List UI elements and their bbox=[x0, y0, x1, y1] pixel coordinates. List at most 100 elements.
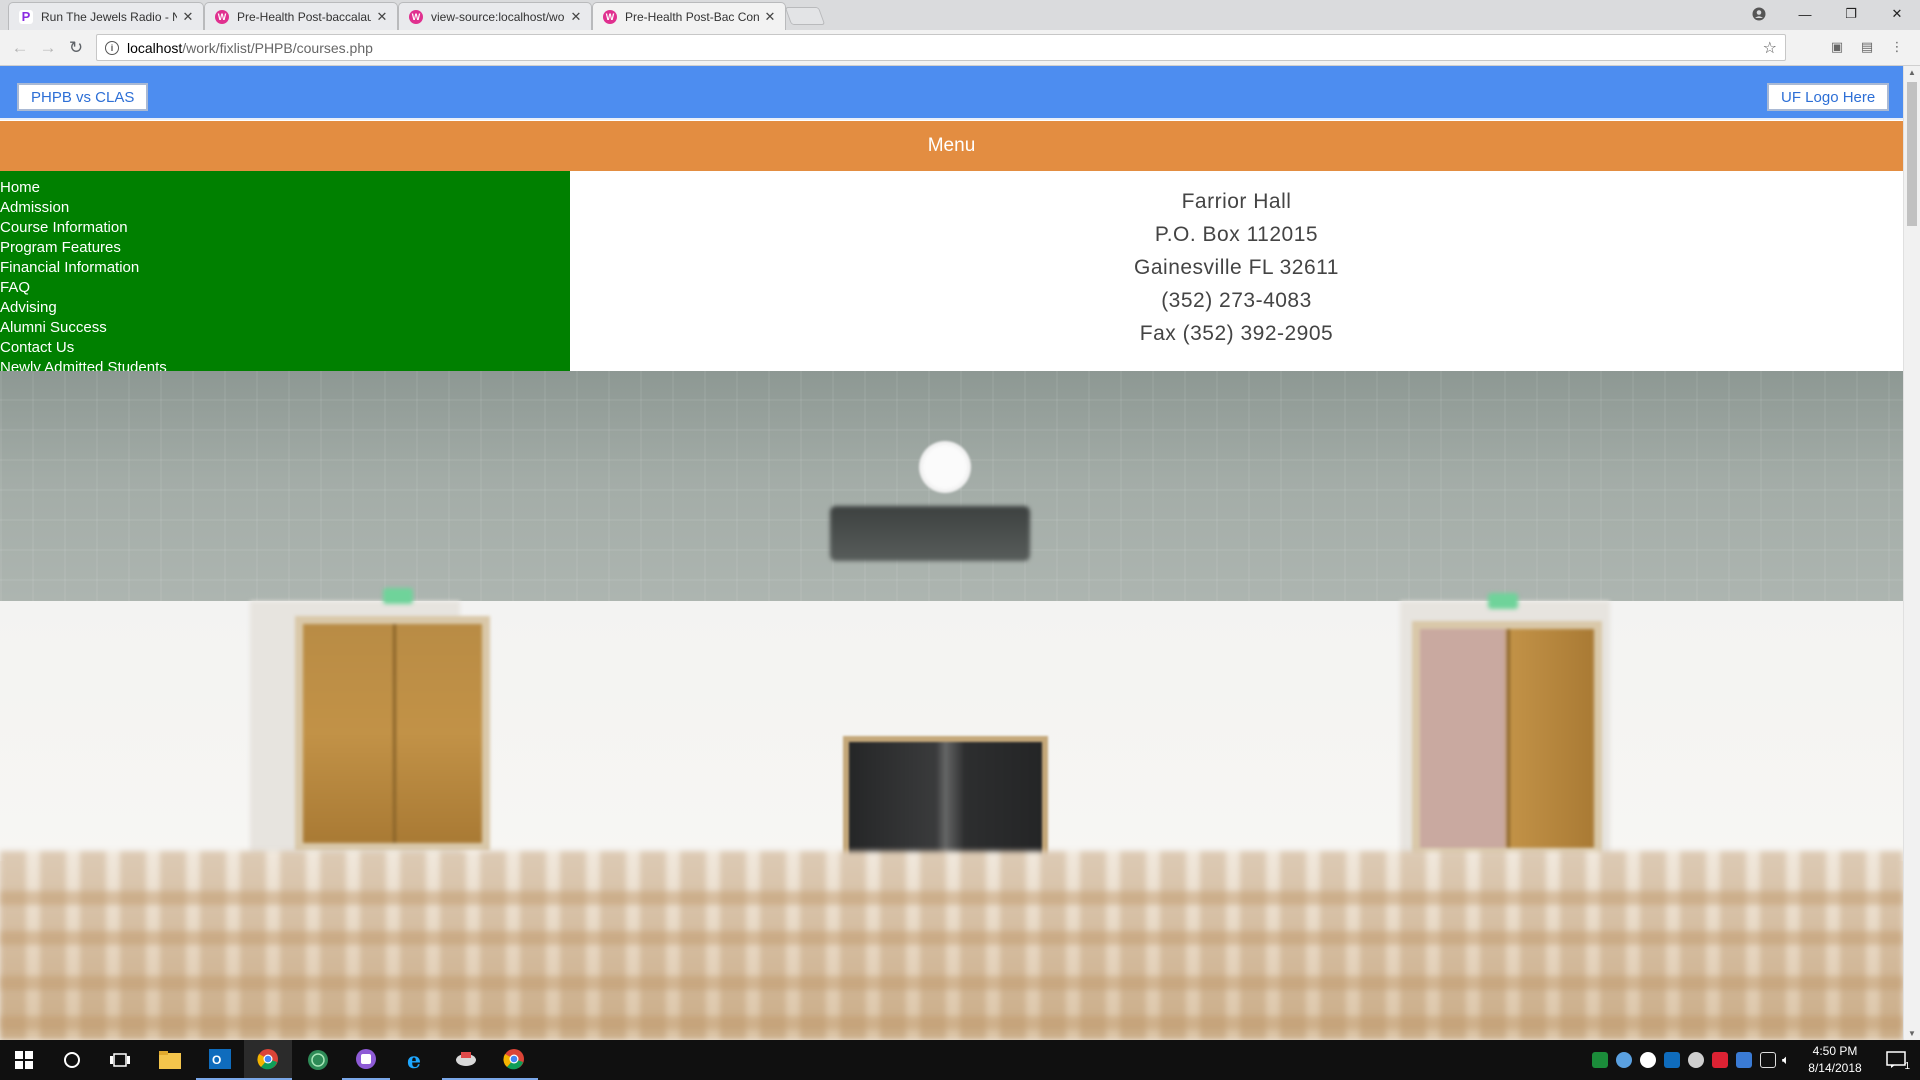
side-navigation: Home Admission Course Information Progra… bbox=[0, 171, 570, 376]
lecture-hall-photo bbox=[0, 371, 1903, 1040]
tray-volume-icon[interactable]: 🔈︎ bbox=[1782, 1052, 1798, 1068]
task-view-icon[interactable] bbox=[96, 1040, 144, 1080]
seat-row bbox=[0, 1016, 1903, 1030]
chrome-icon[interactable] bbox=[244, 1040, 292, 1080]
url-text: localhost/work/fixlist/PHPB/courses.php bbox=[127, 40, 373, 56]
tab-pre-health-postbac-active[interactable]: W Pre-Health Post-Bac Con ✕ bbox=[592, 2, 786, 30]
taskbar-time: 4:50 PM bbox=[1812, 1044, 1858, 1058]
contact-address: Farrior Hall P.O. Box 112015 Gainesville… bbox=[570, 171, 1903, 371]
tab-title: Run The Jewels Radio - N bbox=[41, 9, 177, 24]
tray-outlook-icon[interactable] bbox=[1664, 1052, 1680, 1068]
app-green-globe-icon[interactable] bbox=[294, 1040, 342, 1080]
seat-row bbox=[0, 931, 1903, 945]
info-icon[interactable]: i bbox=[105, 40, 119, 55]
address-city: Gainesville FL 32611 bbox=[1134, 256, 1339, 279]
exit-sign bbox=[383, 588, 413, 604]
right-door bbox=[1412, 621, 1602, 856]
menu-title: Menu bbox=[927, 135, 976, 156]
nav-program-features[interactable]: Program Features bbox=[0, 238, 570, 258]
forward-icon[interactable]: → bbox=[36, 36, 60, 60]
wall-clock bbox=[919, 441, 971, 493]
close-icon[interactable]: ✕ bbox=[763, 9, 777, 25]
bookmark-star-icon[interactable]: ☆ bbox=[1763, 38, 1777, 58]
url-host: localhost bbox=[127, 39, 183, 56]
nav-admission[interactable]: Admission bbox=[0, 198, 570, 218]
tab-view-source[interactable]: W view-source:localhost/wo ✕ bbox=[398, 2, 592, 30]
app-cloud-icon[interactable] bbox=[442, 1040, 490, 1080]
tab-title: view-source:localhost/wo bbox=[431, 9, 565, 24]
back-icon[interactable]: ← bbox=[8, 36, 32, 60]
url-path: /work/fixlist/PHPB/courses.php bbox=[182, 39, 373, 56]
close-icon[interactable]: ✕ bbox=[181, 9, 195, 25]
phpb-vs-clas-button[interactable]: PHPB vs CLAS bbox=[17, 83, 149, 111]
browser-toolbar: ← → ↻ i localhost/work/fixlist/PHPB/cour… bbox=[0, 30, 1920, 66]
tray-network-icon[interactable] bbox=[1760, 1052, 1776, 1068]
tray-sync-icon[interactable] bbox=[1688, 1052, 1704, 1068]
seat-row bbox=[0, 891, 1903, 905]
start-windows-icon[interactable] bbox=[0, 1040, 48, 1080]
w-icon: W bbox=[409, 9, 423, 24]
outlook-icon[interactable]: O bbox=[196, 1040, 244, 1080]
close-icon[interactable]: ✕ bbox=[569, 9, 583, 25]
nav-course-information[interactable]: Course Information bbox=[0, 218, 570, 238]
menu-bar[interactable]: Menu bbox=[0, 121, 1903, 171]
window-close-icon[interactable]: ✕ bbox=[1874, 0, 1920, 28]
nav-home[interactable]: Home bbox=[0, 178, 570, 198]
extension-icon[interactable]: ▣ bbox=[1828, 38, 1846, 56]
auditorium-seats bbox=[0, 851, 1903, 1040]
svg-text:e: e bbox=[407, 1049, 421, 1071]
file-explorer-icon[interactable] bbox=[146, 1040, 194, 1080]
address-phone: (352) 273-4083 bbox=[1161, 289, 1312, 312]
nav-faq[interactable]: FAQ bbox=[0, 278, 570, 298]
pdf-extension-icon[interactable]: ▤ bbox=[1858, 38, 1876, 56]
w-icon: W bbox=[603, 9, 617, 24]
close-icon[interactable]: ✕ bbox=[375, 9, 389, 25]
scroll-down-icon[interactable]: ▼ bbox=[1908, 1029, 1916, 1038]
tray-app2-icon[interactable] bbox=[1736, 1052, 1752, 1068]
internet-explorer-icon[interactable]: e bbox=[392, 1040, 440, 1080]
tray-globe-icon[interactable] bbox=[1640, 1052, 1656, 1068]
tab-title: Pre-Health Post-Bac Con bbox=[625, 9, 759, 24]
uf-logo-button[interactable]: UF Logo Here bbox=[1767, 83, 1890, 111]
tab-title: Pre-Health Post-baccalau bbox=[237, 9, 371, 24]
chrome-second-icon[interactable] bbox=[490, 1040, 538, 1080]
scroll-up-icon[interactable]: ▲ bbox=[1908, 68, 1916, 77]
pandora-icon: P bbox=[19, 9, 33, 24]
nav-advising[interactable]: Advising bbox=[0, 298, 570, 318]
address-po-box: P.O. Box 112015 bbox=[1154, 223, 1319, 246]
page-viewport: PHPB vs CLAS UF Logo Here Menu Home Admi… bbox=[0, 66, 1920, 1040]
w-icon: W bbox=[215, 9, 229, 24]
tray-security-icon[interactable] bbox=[1712, 1052, 1728, 1068]
action-center-icon[interactable]: 1 bbox=[1872, 1040, 1920, 1080]
tab-run-the-jewels[interactable]: P Run The Jewels Radio - N ✕ bbox=[8, 2, 204, 30]
search-circle-icon[interactable] bbox=[48, 1040, 96, 1080]
exit-sign bbox=[1488, 593, 1518, 609]
profile-icon[interactable] bbox=[1736, 0, 1782, 28]
tab-pre-health-postbacc[interactable]: W Pre-Health Post-baccalau ✕ bbox=[204, 2, 398, 30]
restore-icon[interactable]: ❐ bbox=[1828, 0, 1874, 28]
tray-app-icon[interactable] bbox=[1592, 1052, 1608, 1068]
seat-row bbox=[0, 976, 1903, 990]
app-purple-icon[interactable] bbox=[342, 1040, 390, 1080]
nav-alumni-success[interactable]: Alumni Success bbox=[0, 318, 570, 338]
new-tab-button[interactable] bbox=[784, 7, 826, 25]
tab-strip: P Run The Jewels Radio - N ✕ W Pre-Healt… bbox=[0, 0, 1920, 30]
windows-taskbar: O e 🔈︎ 4:50 PM 8/14/2018 1 bbox=[0, 1040, 1920, 1080]
tray-network-share-icon[interactable] bbox=[1616, 1052, 1632, 1068]
header-bar: PHPB vs CLAS UF Logo Here bbox=[0, 66, 1903, 120]
scrollbar-thumb[interactable] bbox=[1907, 82, 1917, 226]
notification-count: 1 bbox=[1904, 1061, 1910, 1072]
taskbar-clock[interactable]: 4:50 PM 8/14/2018 bbox=[1804, 1043, 1866, 1077]
nav-financial-information[interactable]: Financial Information bbox=[0, 258, 570, 278]
web-page: PHPB vs CLAS UF Logo Here Menu Home Admi… bbox=[0, 66, 1903, 1040]
address-bar[interactable]: i localhost/work/fixlist/PHPB/courses.ph… bbox=[96, 34, 1786, 61]
reload-icon[interactable]: ↻ bbox=[64, 36, 88, 60]
minimize-icon[interactable]: — bbox=[1782, 0, 1828, 28]
address-building: Farrior Hall bbox=[1181, 190, 1292, 213]
nav-contact-us[interactable]: Contact Us bbox=[0, 338, 570, 358]
vertical-scrollbar[interactable]: ▲ ▼ bbox=[1903, 66, 1920, 1040]
left-door bbox=[295, 616, 490, 851]
chrome-menu-icon[interactable]: ⋮ bbox=[1888, 38, 1906, 56]
address-fax: Fax (352) 392-2905 bbox=[1139, 322, 1334, 345]
svg-text:O: O bbox=[212, 1053, 221, 1067]
